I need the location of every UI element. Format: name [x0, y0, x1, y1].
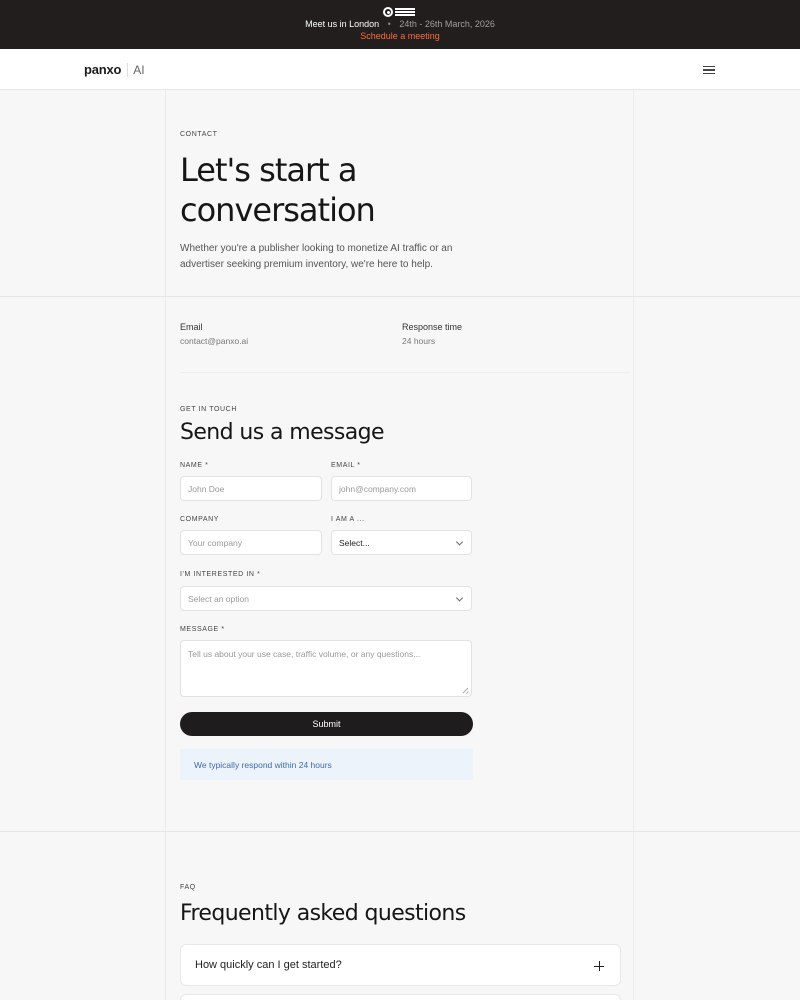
company-label: COMPANY — [180, 516, 220, 523]
interest-label: I'M INTERESTED IN * — [180, 571, 261, 578]
brand-name: panxo — [84, 62, 122, 77]
chevron-down-icon — [455, 537, 464, 546]
page-title-line2: conversation — [180, 191, 376, 229]
message-textarea[interactable]: Tell us about your use case, traffic vol… — [180, 640, 472, 697]
announcement-text: Meet us in London • 24th - 26th March, 2… — [0, 18, 800, 30]
plus-icon[interactable] — [594, 961, 604, 971]
announcement-bar: Meet us in London • 24th - 26th March, 2… — [0, 0, 800, 49]
company-input[interactable]: Your company — [180, 530, 322, 555]
role-label: I AM A ... — [331, 516, 365, 523]
form-eyebrow: GET IN TOUCH — [180, 406, 237, 413]
event-logo-icon — [383, 6, 417, 18]
faq-item[interactable] — [180, 994, 621, 1000]
announcement-separator: • — [387, 19, 391, 29]
message-placeholder: Tell us about your use case, traffic vol… — [188, 649, 421, 659]
resize-handle-icon[interactable] — [462, 687, 468, 693]
role-select-value: Select... — [339, 537, 370, 548]
form-title: Send us a message — [180, 420, 385, 445]
hamburger-menu-icon[interactable] — [702, 64, 716, 76]
brand-logo[interactable]: panxo AI — [84, 62, 145, 77]
divider — [180, 372, 630, 373]
name-input[interactable]: John Doe — [180, 476, 322, 501]
interest-select[interactable]: Select an option — [180, 586, 472, 611]
email-label: Email — [180, 322, 203, 332]
faq-title: Frequently asked questions — [180, 901, 466, 926]
faq-eyebrow: FAQ — [180, 884, 196, 891]
hero-description: Whether you're a publisher looking to mo… — [180, 243, 453, 270]
schedule-meeting-link[interactable]: Schedule a meeting — [0, 30, 800, 42]
message-label: MESSAGE * — [180, 626, 225, 633]
response-time-value: 24 hours — [402, 336, 436, 346]
announcement-location: Meet us in London — [305, 19, 380, 29]
page-title-line1: Let's start a — [180, 151, 357, 189]
interest-select-value: Select an option — [188, 593, 249, 604]
submit-button[interactable]: Submit — [180, 712, 473, 736]
announcement-dates: 24th - 26th March, 2026 — [399, 19, 495, 29]
email-value[interactable]: contact@panxo.ai — [180, 336, 248, 346]
layout-divider-right — [633, 90, 634, 1000]
email-field-label: EMAIL * — [331, 462, 361, 469]
faq-question: How quickly can I get started? — [195, 959, 342, 971]
role-select[interactable]: Select... — [331, 530, 472, 555]
layout-divider-left — [165, 90, 166, 1000]
name-label: NAME * — [180, 462, 209, 469]
top-navigation: panxo AI — [0, 49, 800, 90]
hero-eyebrow: CONTACT — [180, 131, 218, 138]
email-input[interactable]: john@company.com — [331, 476, 472, 501]
response-time-label: Response time — [402, 322, 463, 332]
section-divider — [0, 831, 800, 832]
faq-item[interactable]: How quickly can I get started? — [180, 944, 621, 986]
chevron-down-icon — [455, 593, 464, 602]
brand-suffix: AI — [127, 63, 145, 77]
page-title: Let's start a conversation — [180, 150, 540, 230]
section-divider — [0, 296, 800, 297]
response-notice: We typically respond within 24 hours — [180, 749, 473, 780]
